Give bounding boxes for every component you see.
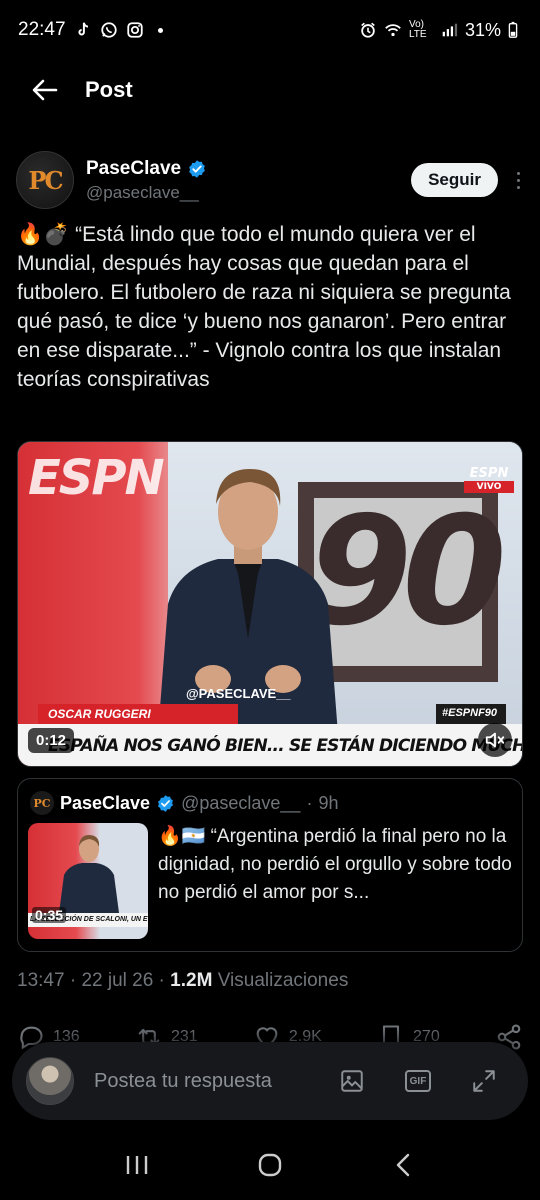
quoted-post-header: PC PaseClave @paseclave__ · 9h (30, 791, 338, 815)
notification-dot-icon (157, 27, 163, 33)
status-bar: 22:47 Vo) LTE 31% (0, 0, 540, 60)
author-names: PaseClave @paseclave__ (86, 158, 207, 203)
quoted-post-text: 🔥🇦🇷 “Argentina perdió la final pero no l… (158, 826, 512, 903)
current-user-avatar (26, 1057, 74, 1105)
reply-input[interactable]: Postea tu respuesta (94, 1070, 272, 1093)
more-dot-icon (516, 185, 520, 189)
quoted-author-avatar: PC (30, 791, 54, 815)
lower-third-headline: ESPAÑA NOS GANÓ BIEN... SE ESTÁN DICIEND… (18, 724, 522, 766)
author-avatar[interactable]: PC (16, 151, 74, 209)
author-row: PC PaseClave @paseclave__ Seguir (16, 148, 526, 212)
post-meta: 13:47 · 22 jul 26 · 1.2M Visualizaciones (17, 970, 349, 991)
arrow-left-icon (32, 79, 58, 101)
verified-badge-icon (189, 159, 205, 178)
add-image-button[interactable] (338, 1067, 366, 1095)
quoted-separator: · (306, 792, 313, 813)
channel-badge: ESPN VIVO (464, 466, 514, 493)
tiktok-icon (77, 22, 88, 36)
volume-muted-icon (485, 732, 505, 748)
quoted-author-handle: @paseclave__ (181, 792, 301, 813)
author-display-name[interactable]: PaseClave (86, 158, 181, 180)
tweet-text: 🔥💣 “Está lindo que todo el mundo quiera … (17, 223, 511, 391)
status-time: 22:47 (18, 19, 66, 40)
quoted-post[interactable]: PC PaseClave @paseclave__ · 9h LA SELECC… (17, 778, 523, 952)
lower-third-hashtag: #ESPNF90 (436, 704, 506, 724)
video-player[interactable]: ESPN 90 ESPN VIVO @PASECLAVE__ OSCAR RUG… (17, 441, 523, 767)
page-title: Post (85, 77, 133, 102)
image-icon (341, 1070, 363, 1092)
home-icon (258, 1153, 282, 1177)
system-nav-bar (0, 1130, 540, 1200)
back-button[interactable] (30, 75, 60, 105)
channel-badge-logo: ESPN (469, 466, 509, 481)
alarm-icon (361, 22, 375, 38)
expand-icon (473, 1070, 495, 1092)
post-time: 13:47 (17, 970, 65, 991)
video-duration: 0:12 (28, 728, 75, 753)
post-date: 22 jul 26 (81, 970, 154, 991)
video-watermark: @PASECLAVE__ (186, 686, 291, 701)
more-dot-icon (516, 178, 520, 182)
network-label: Vo) LTE (408, 19, 427, 40)
quoted-media-thumbnail: LA SELECCIÓN DE SCALONI, UN EQUIPO DE ÉP… (28, 823, 148, 939)
instagram-icon (126, 22, 143, 38)
live-label: VIVO (464, 481, 514, 493)
back-nav-button[interactable] (383, 1145, 423, 1185)
battery-percent: 31% (464, 19, 501, 40)
chevron-left-icon (397, 1153, 410, 1177)
avatar-monogram: PC (28, 165, 63, 195)
recents-icon (126, 1156, 147, 1174)
wifi-icon (385, 24, 401, 37)
top-header: Post (0, 60, 540, 120)
views-count: 1.2M (170, 970, 213, 991)
more-options-button[interactable] (510, 165, 526, 195)
more-dot-icon (516, 171, 520, 175)
whatsapp-icon (100, 22, 117, 38)
expand-composer-button[interactable] (470, 1067, 498, 1095)
battery-icon (508, 21, 518, 38)
signal-icon (442, 23, 458, 37)
add-gif-button[interactable]: GIF (404, 1067, 432, 1095)
verified-badge-icon (158, 794, 174, 812)
gif-icon: GIF (405, 1070, 431, 1092)
lower-third-name: OSCAR RUGGERI (38, 704, 238, 724)
author-handle[interactable]: @paseclave__ (86, 183, 207, 203)
quoted-author-name: PaseClave (60, 792, 151, 813)
recents-button[interactable] (117, 1145, 157, 1185)
quoted-time: 9h (318, 792, 339, 813)
views-label[interactable]: Visualizaciones (218, 970, 349, 991)
thumbnail-duration: 0:35 (32, 907, 67, 923)
reply-composer-bar: Postea tu respuesta GIF (12, 1042, 528, 1120)
follow-button[interactable]: Seguir (411, 163, 498, 197)
home-button[interactable] (250, 1145, 290, 1185)
presenter-thumbnail-figure (59, 835, 119, 913)
mute-button[interactable] (478, 723, 512, 757)
